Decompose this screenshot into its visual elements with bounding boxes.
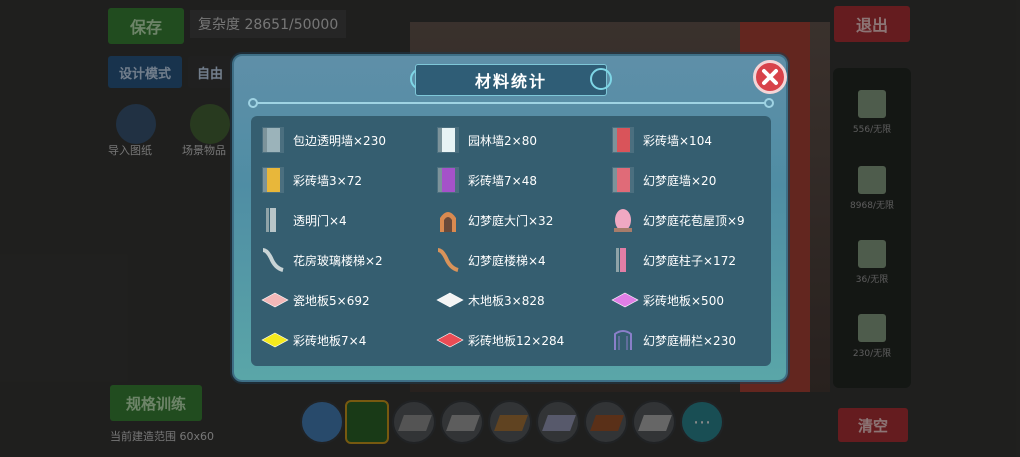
material-item-label: 幻梦庭栅栏×230 [643, 333, 736, 348]
floor-red-icon [436, 326, 464, 354]
gate-dream-icon [436, 206, 460, 234]
material-item-label: 彩砖地板12×284 [468, 333, 565, 348]
door-glass-icon [261, 206, 285, 234]
material-item: 花房玻璃楼梯×2 [261, 246, 383, 274]
title-divider [256, 102, 766, 104]
material-item: 木地板3×828 [436, 286, 545, 314]
stairs-glass-icon [261, 246, 285, 274]
wall-glass-edge-icon [261, 126, 285, 154]
fence-dream-icon [611, 326, 635, 354]
material-item-label: 透明门×4 [293, 213, 347, 228]
dialog-title: 材料统计 [415, 64, 607, 96]
material-item-label: 包边透明墙×230 [293, 133, 386, 148]
material-item-label: 彩砖墙7×48 [468, 173, 537, 188]
material-item-label: 瓷地板5×692 [293, 293, 370, 308]
material-item: 幻梦庭大门×32 [436, 206, 553, 234]
material-list: 包边透明墙×230 园林墙2×80 彩砖墙×104 彩砖墙3×72 彩砖墙7×48 幻梦庭… [251, 116, 771, 366]
floor-magenta-icon [611, 286, 639, 314]
material-item: 彩砖墙×104 [611, 126, 712, 154]
title-ornament-right-icon [590, 68, 612, 90]
floor-pink-icon [261, 286, 289, 314]
material-item: 彩砖地板×500 [611, 286, 724, 314]
close-button[interactable] [753, 60, 787, 94]
material-item: 幻梦庭楼梯×4 [436, 246, 546, 274]
material-item-label: 幻梦庭大门×32 [468, 213, 554, 228]
material-item: 瓷地板5×692 [261, 286, 370, 314]
material-item-label: 木地板3×828 [468, 293, 545, 308]
material-item-label: 幻梦庭楼梯×4 [468, 253, 546, 268]
material-item-label: 彩砖地板×500 [643, 293, 724, 308]
material-item: 彩砖地板12×284 [436, 326, 564, 354]
material-item: 透明门×4 [261, 206, 347, 234]
wall-yellow-icon [261, 166, 285, 194]
wall-purple-icon [436, 166, 460, 194]
material-item: 幻梦庭栅栏×230 [611, 326, 736, 354]
material-item: 包边透明墙×230 [261, 126, 386, 154]
divider-end-icon [764, 98, 774, 108]
material-item: 园林墙2×80 [436, 126, 537, 154]
material-item: 彩砖地板7×4 [261, 326, 366, 354]
stairs-dream-icon [436, 246, 460, 274]
wall-white-icon [436, 126, 460, 154]
material-item-label: 幻梦庭花苞屋顶×9 [643, 213, 745, 228]
material-item-label: 园林墙2×80 [468, 133, 537, 148]
material-item: 幻梦庭墙×20 [611, 166, 716, 194]
material-item-label: 彩砖墙×104 [643, 133, 712, 148]
material-item: 彩砖墙7×48 [436, 166, 537, 194]
material-item-label: 彩砖墙3×72 [293, 173, 362, 188]
material-item-label: 幻梦庭柱子×172 [643, 253, 736, 268]
close-icon [762, 69, 778, 85]
material-item-label: 幻梦庭墙×20 [643, 173, 717, 188]
floor-white-icon [436, 286, 464, 314]
material-item: 幻梦庭柱子×172 [611, 246, 736, 274]
material-item-label: 花房玻璃楼梯×2 [293, 253, 383, 268]
material-item-label: 彩砖地板7×4 [293, 333, 367, 348]
material-item: 幻梦庭花苞屋顶×9 [611, 206, 745, 234]
material-stats-dialog: 材料统计 包边透明墙×230 园林墙2×80 彩砖墙×104 彩砖墙3×72 彩砖墙7×… [232, 54, 788, 382]
floor-yellow-icon [261, 326, 289, 354]
pillar-dream-icon [611, 246, 635, 274]
wall-dream-icon [611, 166, 635, 194]
material-item: 彩砖墙3×72 [261, 166, 362, 194]
roof-bud-icon [611, 206, 635, 234]
wall-red-icon [611, 126, 635, 154]
